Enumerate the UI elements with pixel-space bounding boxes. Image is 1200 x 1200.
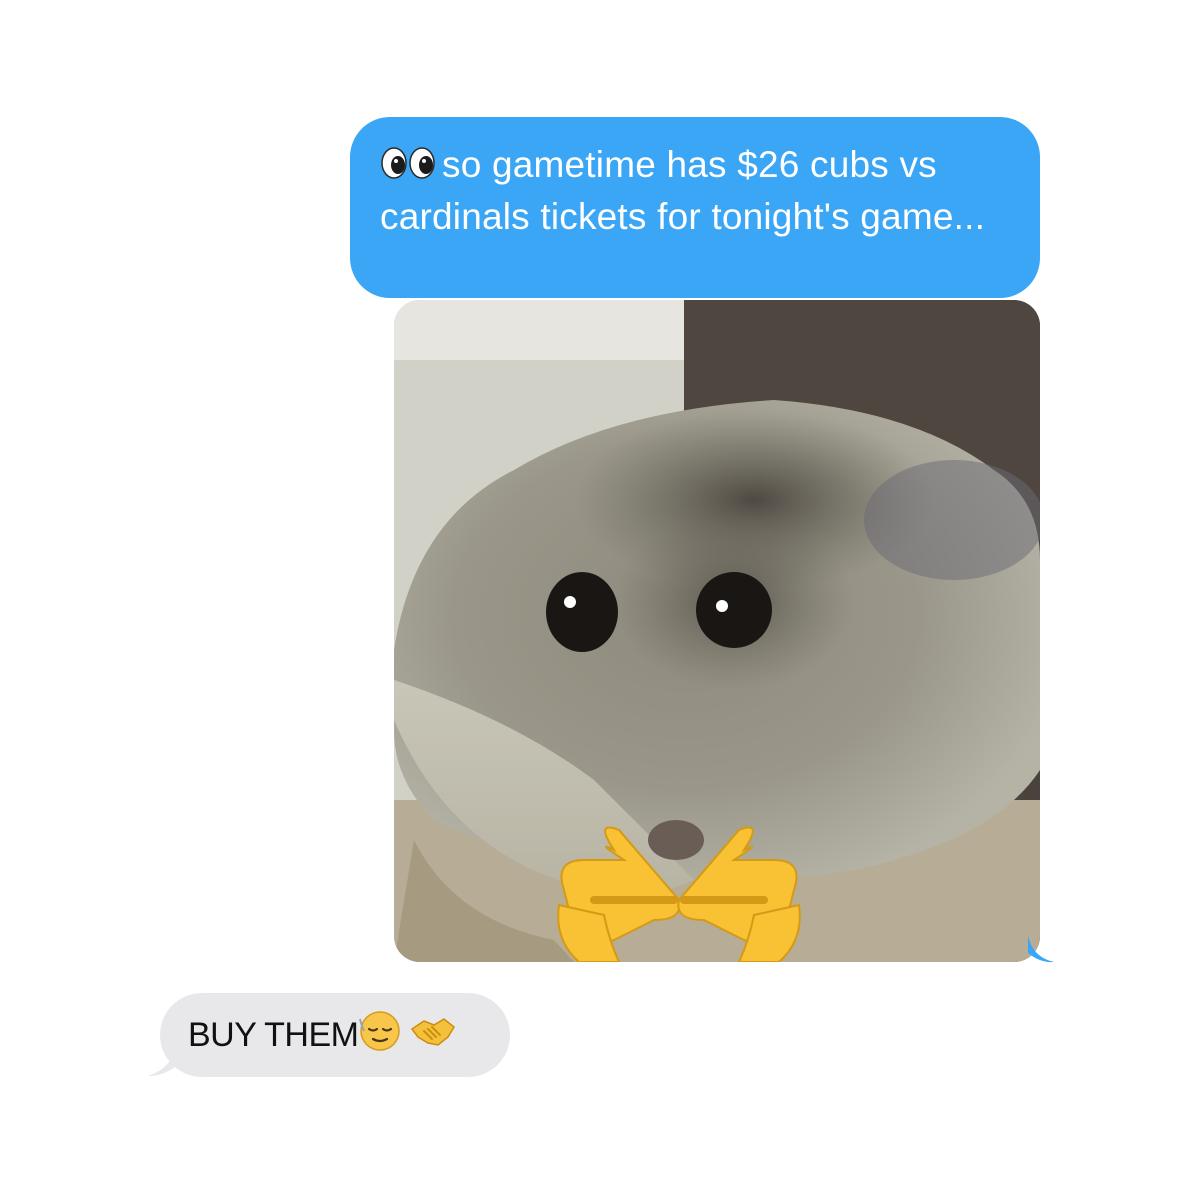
outgoing-message-text: so gametime has $26 cubs vs cardinals ti…: [380, 144, 986, 237]
incoming-message-text: BUY THEM: [188, 1015, 359, 1054]
outgoing-message-bubble[interactable]: so gametime has $26 cubs vs cardinals ti…: [350, 117, 1040, 298]
incoming-message-bubble[interactable]: BUY THEM: [160, 993, 510, 1077]
hamster-photo: [394, 300, 1040, 962]
handshake-emoji-icon: [410, 1013, 456, 1058]
eyes-emoji-icon: [380, 142, 436, 179]
relieved-face-emoji-icon: [358, 1009, 402, 1062]
photo-message[interactable]: [394, 300, 1040, 962]
photo-message-tail: [1028, 935, 1054, 963]
message-thread: so gametime has $26 cubs vs cardinals ti…: [0, 0, 1200, 1200]
